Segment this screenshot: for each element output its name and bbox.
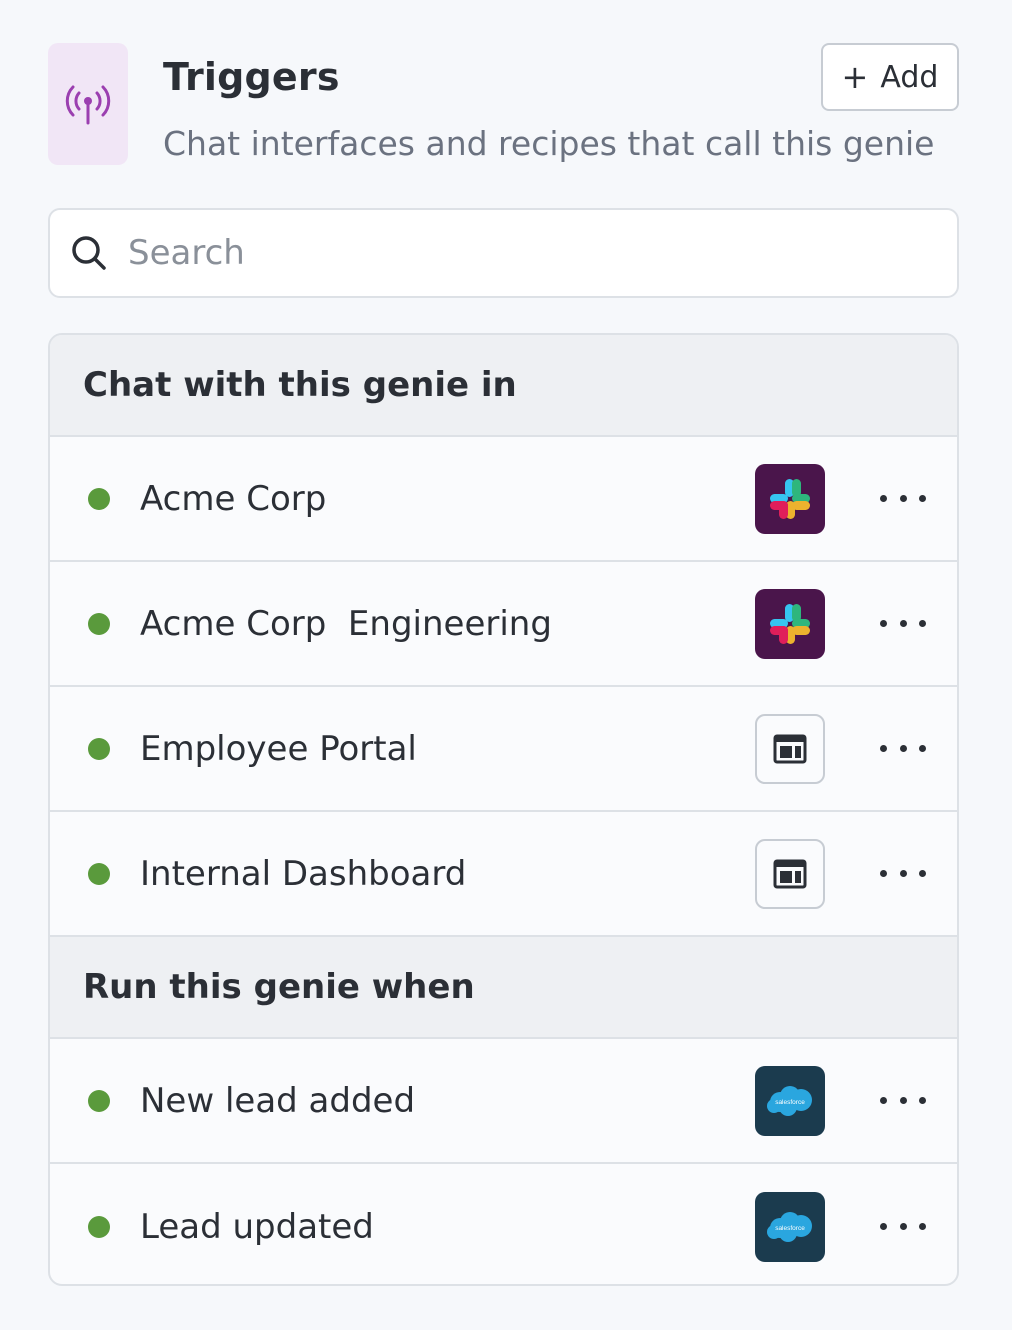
plus-icon: +	[841, 58, 869, 96]
trigger-label: Acme Corp	[140, 478, 327, 519]
section-header-run: Run this genie when	[50, 937, 957, 1039]
broadcast-antenna-icon	[48, 43, 128, 165]
search-input[interactable]	[128, 233, 888, 273]
more-options-icon[interactable]	[880, 1212, 926, 1242]
page-subtitle: Chat interfaces and recipes that call th…	[163, 124, 935, 163]
trigger-label: Employee Portal	[140, 728, 417, 769]
trigger-label: Internal Dashboard	[140, 853, 467, 894]
status-active-dot	[88, 1215, 110, 1238]
trigger-label: Lead updated	[140, 1206, 374, 1247]
page-title: Triggers	[163, 55, 340, 99]
triggers-panel: Triggers Chat interfaces and recipes tha…	[0, 0, 1012, 1330]
section-header-chat: Chat with this genie in	[50, 335, 957, 437]
trigger-label: New lead added	[140, 1080, 416, 1121]
trigger-row-internal-dashboard[interactable]: Internal Dashboard	[50, 812, 957, 937]
slack-icon	[755, 463, 825, 534]
web-page-icon	[755, 713, 825, 784]
status-active-dot	[88, 487, 110, 510]
trigger-row-employee-portal[interactable]: Employee Portal	[50, 687, 957, 812]
status-active-dot	[88, 862, 110, 885]
search-icon	[72, 236, 106, 270]
trigger-row-acme-corp[interactable]: Acme Corp	[50, 437, 957, 562]
web-page-icon	[755, 838, 825, 909]
status-active-dot	[88, 612, 110, 635]
svg-text:salesforce: salesforce	[775, 1099, 805, 1106]
salesforce-icon: salesforce	[755, 1065, 825, 1136]
more-options-icon[interactable]	[880, 1086, 926, 1116]
slack-icon	[755, 588, 825, 659]
trigger-row-lead-updated[interactable]: Lead updated salesforce	[50, 1164, 957, 1284]
more-options-icon[interactable]	[880, 609, 926, 639]
trigger-row-acme-corp-engineering[interactable]: Acme Corp Engineering	[50, 562, 957, 687]
add-trigger-button[interactable]: + Add	[821, 43, 959, 111]
svg-text:salesforce: salesforce	[775, 1225, 805, 1232]
status-active-dot	[88, 737, 110, 760]
status-active-dot	[88, 1089, 110, 1112]
more-options-icon[interactable]	[880, 734, 926, 764]
more-options-icon[interactable]	[880, 484, 926, 514]
add-button-label: Add	[880, 59, 939, 95]
more-options-icon[interactable]	[880, 859, 926, 889]
search-box[interactable]	[48, 208, 959, 298]
triggers-list: Chat with this genie in Acme Corp Acme C…	[48, 333, 959, 1286]
salesforce-icon: salesforce	[755, 1191, 825, 1262]
trigger-row-new-lead-added[interactable]: New lead added salesforce	[50, 1039, 957, 1164]
trigger-label: Acme Corp Engineering	[140, 603, 552, 644]
